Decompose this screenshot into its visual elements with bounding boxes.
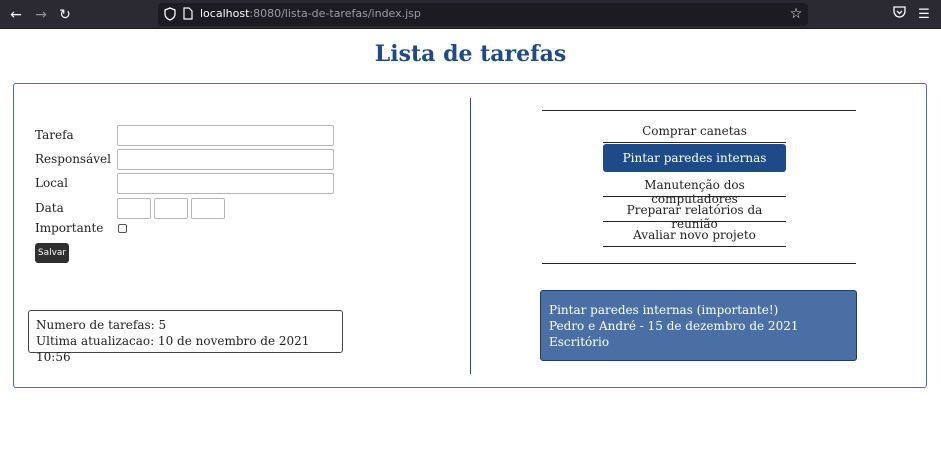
responsible-label: Responsável bbox=[35, 152, 111, 166]
url-text[interactable]: localhost:8080/lista-de-tarefas/index.js… bbox=[200, 7, 421, 20]
last-updated-text: Ultima atualizacao: 10 de novembro de 20… bbox=[36, 334, 310, 364]
task-count-text: Numero de tarefas: 5 bbox=[36, 318, 167, 332]
list-bottom-rule bbox=[542, 263, 856, 264]
url-host: localhost bbox=[200, 7, 250, 20]
date-day-input[interactable] bbox=[117, 198, 151, 219]
detail-location: Escritório bbox=[549, 335, 610, 349]
hamburger-menu-icon[interactable]: ☰ bbox=[915, 6, 933, 24]
browser-toolbar: ← → ↻ localhost:8080/lista-de-tarefas/in… bbox=[0, 0, 941, 29]
page-title: Lista de tarefas bbox=[374, 41, 567, 67]
task-item[interactable]: Avaliar novo projeto bbox=[603, 228, 786, 247]
responsible-input[interactable] bbox=[117, 149, 334, 170]
detail-title: Pintar paredes internas (importante!) bbox=[549, 303, 779, 317]
task-item[interactable]: Comprar canetas bbox=[603, 124, 786, 143]
column-divider bbox=[470, 98, 471, 374]
shield-icon[interactable] bbox=[162, 6, 178, 22]
date-year-input[interactable] bbox=[191, 198, 225, 219]
date-label: Data bbox=[35, 201, 64, 215]
arrow-left-icon[interactable]: ← bbox=[6, 5, 26, 25]
pocket-icon[interactable] bbox=[890, 6, 908, 24]
task-label: Tarefa bbox=[35, 128, 74, 142]
important-label: Importante bbox=[35, 221, 104, 235]
task-item[interactable]: Manutenção dos computadores bbox=[603, 178, 786, 206]
reload-icon[interactable]: ↻ bbox=[55, 5, 75, 25]
important-checkbox[interactable] bbox=[118, 224, 127, 233]
url-path: :8080/lista-de-tarefas/index.jsp bbox=[249, 7, 421, 20]
star-icon[interactable]: ☆ bbox=[788, 6, 804, 22]
task-detail-box: Pintar paredes internas (importante!) Pe… bbox=[540, 290, 857, 361]
detail-people-date: Pedro e André - 15 de dezembro de 2021 bbox=[549, 319, 799, 333]
page-icon[interactable] bbox=[180, 6, 196, 22]
save-button[interactable]: Salvar bbox=[35, 243, 69, 263]
location-label: Local bbox=[35, 176, 68, 190]
location-input[interactable] bbox=[117, 173, 334, 194]
task-item-selected[interactable]: Pintar paredes internas bbox=[603, 144, 786, 172]
task-input[interactable] bbox=[117, 125, 334, 146]
date-month-input[interactable] bbox=[154, 198, 188, 219]
task-item[interactable]: Preparar relatórios da reunião bbox=[603, 203, 786, 231]
arrow-right-icon[interactable]: → bbox=[31, 5, 51, 25]
list-top-rule bbox=[542, 110, 856, 111]
stats-box: Numero de tarefas: 5 Ultima atualizacao:… bbox=[28, 310, 343, 364]
url-bar[interactable]: localhost:8080/lista-de-tarefas/index.js… bbox=[158, 3, 808, 26]
